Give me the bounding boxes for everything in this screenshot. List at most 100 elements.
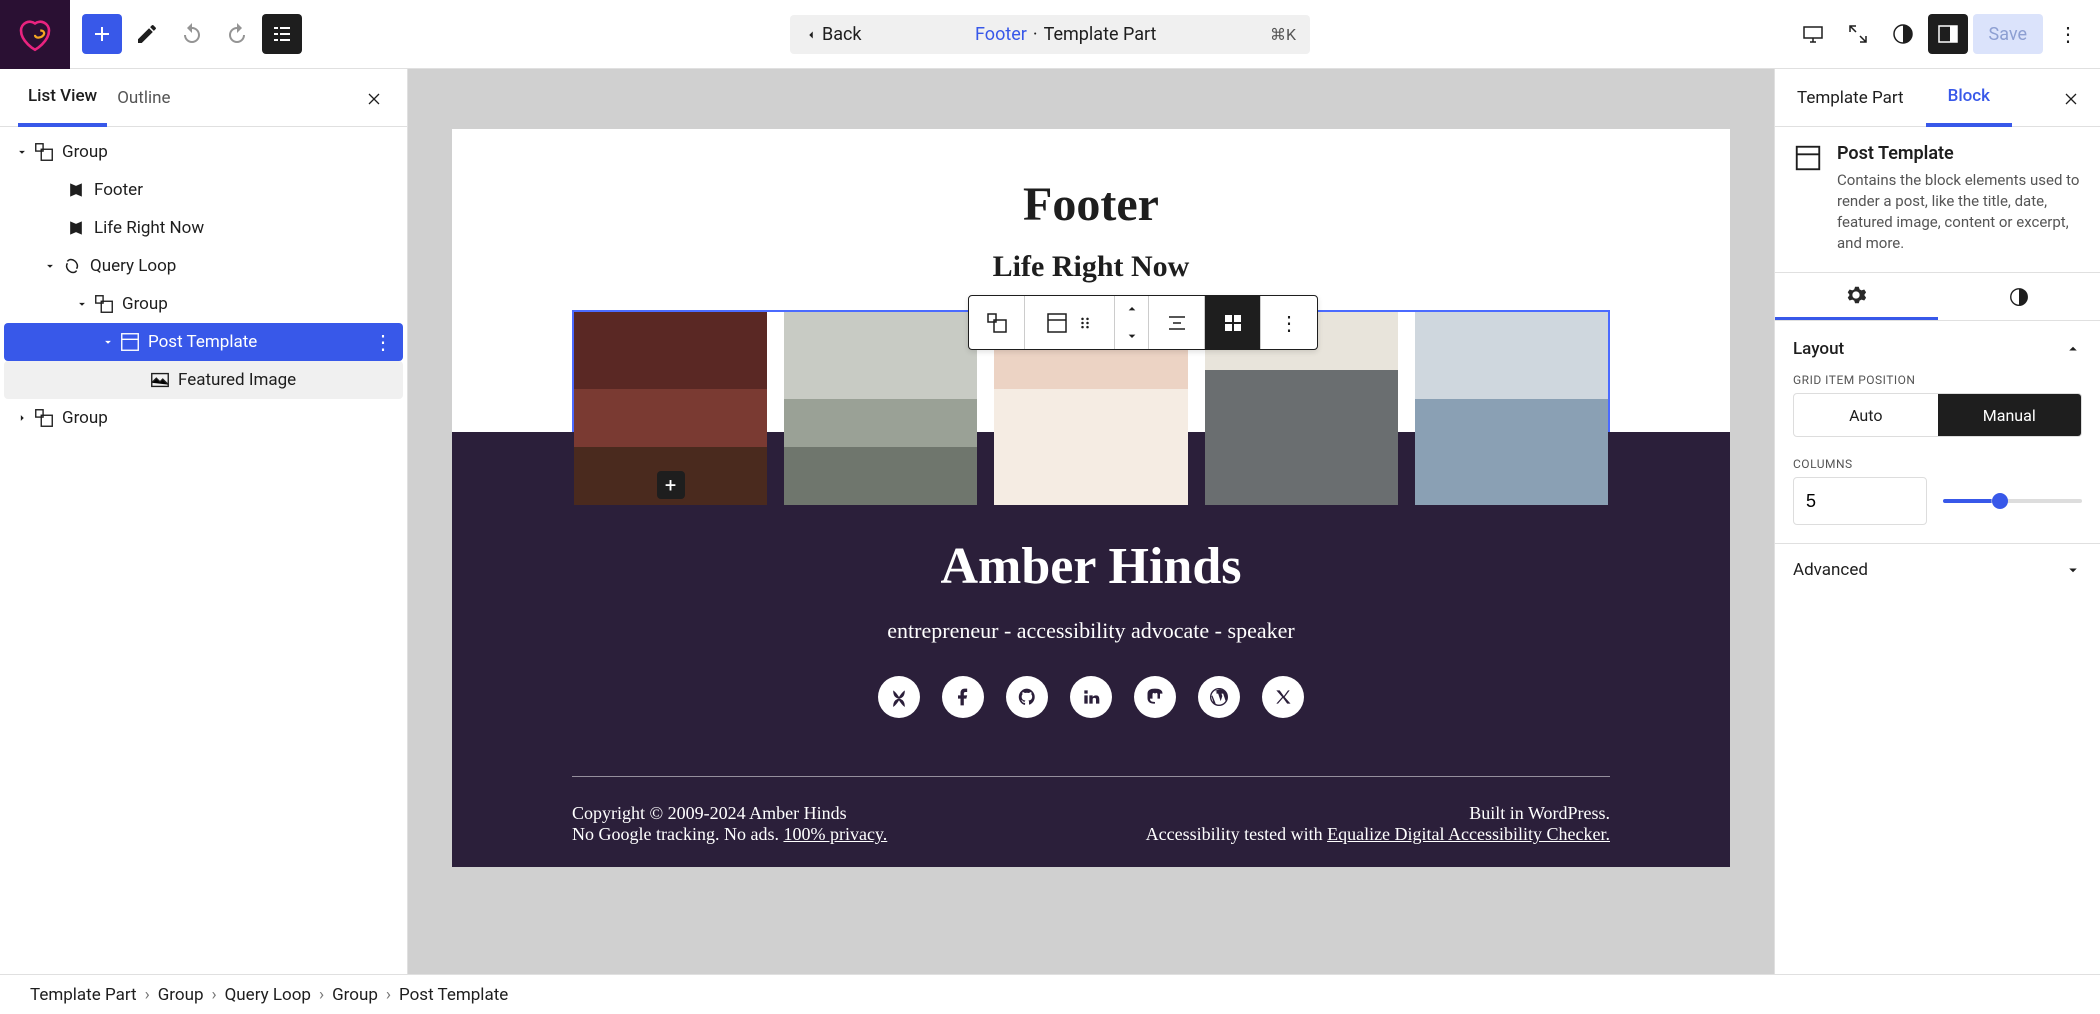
undo-button[interactable] — [172, 14, 212, 54]
add-block-button[interactable] — [82, 14, 122, 54]
block-toolbar — [968, 295, 1318, 350]
group-icon — [32, 140, 56, 164]
back-button[interactable]: Back — [804, 24, 862, 45]
copyright-text[interactable]: Copyright © 2009-2024 Amber Hinds — [572, 803, 887, 824]
post-template-icon — [1793, 143, 1825, 175]
block-name-label: Post Template — [1837, 143, 2082, 164]
privacy-link[interactable]: 100% privacy. — [783, 824, 887, 844]
columns-slider[interactable] — [1943, 499, 2082, 503]
settings-sidebar-button[interactable] — [1928, 14, 1968, 54]
a11y-row[interactable]: Accessibility tested with Equalize Digit… — [1146, 824, 1610, 845]
chevron-down-icon[interactable] — [12, 142, 32, 162]
tab-block[interactable]: Block — [1926, 69, 2012, 127]
footer-tagline[interactable]: entrepreneur - accessibility advocate - … — [572, 618, 1610, 644]
toggle-auto[interactable]: Auto — [1794, 394, 1938, 436]
built-in-text[interactable]: Built in WordPress. — [1146, 803, 1610, 824]
tree-item-post-template[interactable]: Post Template — [4, 323, 403, 361]
block-desc-text: Contains the block elements used to rend… — [1837, 170, 2082, 254]
chevron-down-icon[interactable] — [40, 256, 60, 276]
crumb-item[interactable]: Group — [158, 985, 204, 1005]
grid-view-button[interactable] — [1205, 296, 1261, 349]
chevron-down-icon — [1124, 328, 1140, 344]
options-menu-button[interactable] — [2048, 14, 2088, 54]
document-overview-button[interactable] — [262, 14, 302, 54]
social-linkedin[interactable] — [1070, 676, 1112, 718]
chevron-up-icon — [1124, 301, 1140, 317]
tree-item-footer[interactable]: Footer — [4, 171, 403, 209]
close-icon — [364, 89, 384, 109]
tab-outline[interactable]: Outline — [107, 69, 180, 127]
kebab-icon — [2058, 22, 2078, 46]
block-type-button[interactable] — [1025, 296, 1115, 349]
add-block-inline-button[interactable]: + — [657, 471, 685, 499]
social-github[interactable] — [1006, 676, 1048, 718]
social-wordpress[interactable] — [1198, 676, 1240, 718]
crumb-item[interactable]: Post Template — [399, 985, 508, 1005]
chevron-down-icon[interactable] — [72, 294, 92, 314]
footer-heading[interactable]: Footer — [452, 177, 1730, 232]
zoom-out-button[interactable] — [1838, 14, 1878, 54]
tree-item-life-right-now[interactable]: Life Right Now — [4, 209, 403, 247]
close-settings-button[interactable] — [2056, 84, 2086, 114]
subtab-settings[interactable] — [1775, 273, 1938, 320]
move-down-button[interactable] — [1115, 323, 1148, 350]
featured-image-icon — [148, 368, 172, 392]
tree-item-query-loop[interactable]: Query Loop — [4, 247, 403, 285]
crumb-item[interactable]: Query Loop — [225, 985, 311, 1005]
tab-list-view[interactable]: List View — [18, 69, 107, 127]
columns-label: COLUMNS — [1793, 457, 2082, 471]
settings-panel: Template Part Block Post Template Contai… — [1774, 69, 2100, 974]
tab-template-part[interactable]: Template Part — [1775, 69, 1926, 127]
drag-handle-icon[interactable] — [1075, 313, 1095, 333]
sidebar-icon — [1936, 22, 1960, 46]
move-up-button[interactable] — [1115, 296, 1148, 323]
layout-section-toggle[interactable]: Layout — [1793, 339, 2082, 359]
view-desktop-button[interactable] — [1793, 14, 1833, 54]
block-more-options-button[interactable] — [1261, 296, 1317, 349]
featured-image-placeholder — [784, 312, 977, 505]
social-facebook[interactable] — [942, 676, 984, 718]
close-icon — [2061, 89, 2081, 109]
crumb-item[interactable]: Group — [332, 985, 378, 1005]
close-panel-button[interactable] — [359, 84, 389, 114]
tree-item-group-collapsed[interactable]: Group — [4, 399, 403, 437]
post-item[interactable] — [784, 312, 977, 505]
social-x[interactable] — [1262, 676, 1304, 718]
tree-item-group[interactable]: Group — [4, 133, 403, 171]
footer-name[interactable]: Amber Hinds — [572, 537, 1610, 596]
back-label: Back — [822, 24, 862, 45]
slider-thumb[interactable] — [1992, 493, 2008, 509]
subheading[interactable]: Life Right Now — [452, 250, 1730, 284]
tree-item-featured-image[interactable]: Featured Image — [4, 361, 403, 399]
chevron-right-icon[interactable] — [12, 408, 32, 428]
styles-button[interactable] — [1883, 14, 1923, 54]
heading-icon — [64, 178, 88, 202]
social-bluesky[interactable] — [878, 676, 920, 718]
editor-canvas[interactable]: Footer Life Right Now + Amber Hinds entr… — [408, 69, 1774, 974]
tree-item-options-button[interactable] — [373, 330, 393, 354]
block-description: Post Template Contains the block element… — [1775, 127, 2100, 273]
template-page: Footer Life Right Now + Amber Hinds entr… — [452, 129, 1730, 867]
chevron-up-icon — [2064, 340, 2082, 358]
edit-tool-button[interactable] — [127, 14, 167, 54]
social-mastodon[interactable] — [1134, 676, 1176, 718]
subtab-styles[interactable] — [1938, 273, 2100, 320]
a11y-checker-link[interactable]: Equalize Digital Accessibility Checker. — [1327, 824, 1610, 844]
align-button[interactable] — [1149, 296, 1205, 349]
keyboard-shortcut-hint: ⌘K — [1270, 25, 1296, 44]
privacy-row[interactable]: No Google tracking. No ads. 100% privacy… — [572, 824, 887, 845]
post-item[interactable]: + — [574, 312, 767, 505]
redo-button[interactable] — [217, 14, 257, 54]
select-parent-button[interactable] — [969, 296, 1025, 349]
toggle-manual[interactable]: Manual — [1938, 394, 2082, 436]
site-logo[interactable] — [0, 0, 70, 69]
grid-item-position-toggle: Auto Manual — [1793, 393, 2082, 437]
advanced-section-toggle[interactable]: Advanced — [1775, 543, 2100, 596]
post-item[interactable] — [1415, 312, 1608, 505]
tree-item-group-inner[interactable]: Group — [4, 285, 403, 323]
columns-input[interactable] — [1793, 477, 1927, 525]
chevron-down-icon[interactable] — [98, 332, 118, 352]
template-part-link[interactable]: Footer — [975, 24, 1027, 45]
crumb-item[interactable]: Template Part — [30, 985, 137, 1005]
social-links-row — [572, 676, 1610, 718]
